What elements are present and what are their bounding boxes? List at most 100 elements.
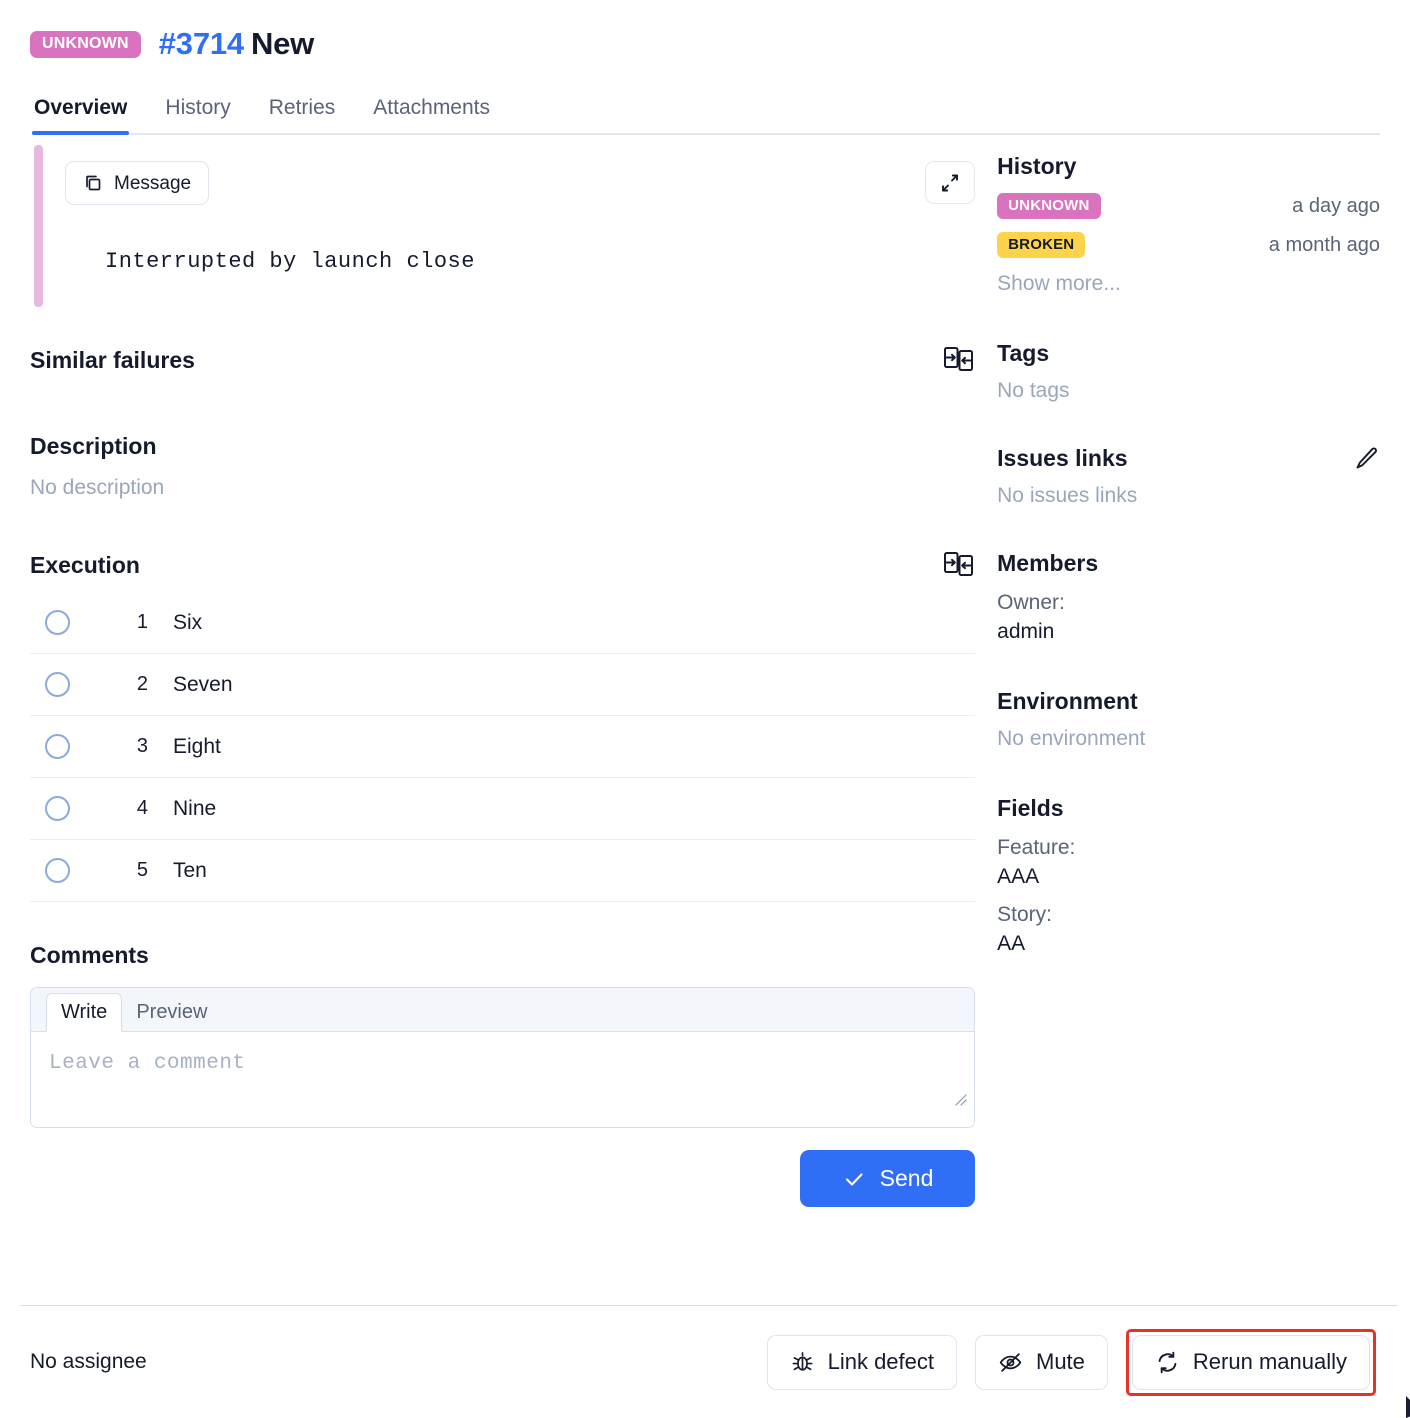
comment-placeholder: Leave a comment [49, 1052, 956, 1075]
field-label-feature: Feature: [997, 836, 1380, 860]
description-section: Description [30, 433, 987, 460]
tab-attachments[interactable]: Attachments [371, 96, 492, 133]
table-row[interactable]: 2 Seven [30, 654, 975, 716]
comments-section: Comments Write Preview Leave a comment [30, 942, 987, 1207]
table-row[interactable]: 1 Six [30, 592, 975, 654]
link-defect-label: Link defect [828, 1351, 934, 1373]
step-number: 4 [106, 797, 148, 820]
footer-bar: No assignee Link defect [0, 1306, 1410, 1418]
message-accent-bar [34, 145, 43, 307]
message-toolbar: Message [30, 161, 987, 205]
execution-step-list: 1 Six 2 Seven 3 Eight 4 Nine [30, 592, 975, 902]
sidebar: History UNKNOWN a day ago BROKEN a month… [987, 135, 1380, 1207]
tab-preview[interactable]: Preview [122, 994, 221, 1031]
description-empty: No description [30, 476, 987, 500]
message-expand-button[interactable] [925, 161, 975, 204]
step-number: 1 [106, 611, 148, 634]
step-name: Seven [173, 673, 233, 697]
step-radio[interactable] [45, 796, 70, 821]
page-header: UNKNOWN #3714New [0, 0, 1410, 62]
status-badge: UNKNOWN [997, 193, 1100, 219]
comments-title: Comments [30, 942, 987, 969]
members-title: Members [997, 550, 1380, 577]
main-column: Message Interrupted by launch close [30, 135, 987, 1207]
sidebar-tags-section: Tags No tags [997, 340, 1380, 403]
message-text: Interrupted by launch close [30, 249, 987, 274]
environment-empty: No environment [997, 727, 1380, 751]
step-name: Ten [173, 859, 207, 883]
status-badge: UNKNOWN [30, 31, 141, 58]
tab-history[interactable]: History [163, 96, 232, 133]
table-row[interactable]: 4 Nine [30, 778, 975, 840]
history-timestamp: a day ago [1292, 195, 1380, 218]
message-button-label: Message [114, 174, 191, 193]
issues-links-header: Issues links [997, 445, 1380, 472]
execution-section: Execution [30, 548, 987, 582]
rerun-highlight-outline: Rerun manually [1126, 1329, 1376, 1396]
table-row[interactable]: 3 Eight [30, 716, 975, 778]
sidebar-issues-links-section: Issues links No issues links [997, 445, 1380, 508]
history-entry: BROKEN a month ago [997, 232, 1380, 258]
field-value-story: AA [997, 932, 1380, 956]
environment-title: Environment [997, 688, 1380, 715]
step-name: Nine [173, 797, 216, 821]
message-block: Message Interrupted by launch close [30, 145, 987, 307]
history-title: History [997, 153, 1380, 180]
owner-label: Owner: [997, 591, 1380, 615]
message-copy-button[interactable]: Message [65, 161, 209, 205]
collapse-panes-icon[interactable] [941, 343, 975, 377]
field-label-story: Story: [997, 903, 1380, 927]
show-more-link[interactable]: Show more... [997, 272, 1380, 296]
comment-send-row: Send [30, 1150, 975, 1207]
assignee-label[interactable]: No assignee [30, 1350, 147, 1374]
issues-links-empty: No issues links [997, 484, 1380, 508]
similar-failures-title: Similar failures [30, 347, 195, 374]
refresh-icon [1155, 1350, 1180, 1375]
copy-icon [83, 173, 103, 193]
page-title-id: #3714 [159, 26, 244, 61]
tab-overview[interactable]: Overview [32, 96, 129, 133]
tab-bar: Overview History Retries Attachments [32, 96, 1380, 135]
fields-title: Fields [997, 795, 1380, 822]
owner-value: admin [997, 620, 1380, 644]
tab-write[interactable]: Write [46, 993, 122, 1032]
status-badge: BROKEN [997, 232, 1085, 258]
step-radio[interactable] [45, 610, 70, 635]
step-radio[interactable] [45, 734, 70, 759]
sidebar-fields-section: Fields Feature: AAA Story: AA [997, 795, 1380, 956]
sidebar-history-section: History UNKNOWN a day ago BROKEN a month… [997, 153, 1380, 296]
comment-editor-tabs: Write Preview [31, 988, 974, 1032]
footer-actions: Link defect Mute [767, 1329, 1376, 1396]
sidebar-environment-section: Environment No environment [997, 688, 1380, 751]
step-name: Six [173, 611, 202, 635]
eye-off-icon [998, 1350, 1023, 1375]
resize-handle-icon[interactable] [954, 1093, 968, 1107]
tags-empty: No tags [997, 379, 1380, 403]
step-radio[interactable] [45, 858, 70, 883]
bug-icon [790, 1350, 815, 1375]
issue-detail-page: UNKNOWN #3714New Overview History Retrie… [0, 0, 1410, 1418]
comment-editor: Write Preview Leave a comment [30, 987, 975, 1128]
step-number: 2 [106, 673, 148, 696]
sidebar-members-section: Members Owner: admin [997, 550, 1380, 644]
table-row[interactable]: 5 Ten [30, 840, 975, 902]
step-name: Eight [173, 735, 221, 759]
field-value-feature: AAA [997, 865, 1380, 889]
step-number: 5 [106, 859, 148, 882]
issues-links-title: Issues links [997, 445, 1127, 472]
page-title: #3714New [159, 26, 314, 62]
link-defect-button[interactable]: Link defect [767, 1335, 957, 1390]
send-button[interactable]: Send [800, 1150, 975, 1207]
mute-label: Mute [1036, 1351, 1085, 1373]
description-title: Description [30, 433, 157, 460]
tab-retries[interactable]: Retries [267, 96, 338, 133]
mute-button[interactable]: Mute [975, 1335, 1108, 1390]
pencil-icon[interactable] [1353, 445, 1380, 472]
history-timestamp: a month ago [1269, 234, 1380, 257]
rerun-manually-button[interactable]: Rerun manually [1132, 1335, 1370, 1390]
collapse-panes-icon[interactable] [941, 548, 975, 582]
step-radio[interactable] [45, 672, 70, 697]
step-number: 3 [106, 735, 148, 758]
page-title-name: New [251, 26, 314, 61]
comment-input[interactable]: Leave a comment [31, 1032, 974, 1127]
